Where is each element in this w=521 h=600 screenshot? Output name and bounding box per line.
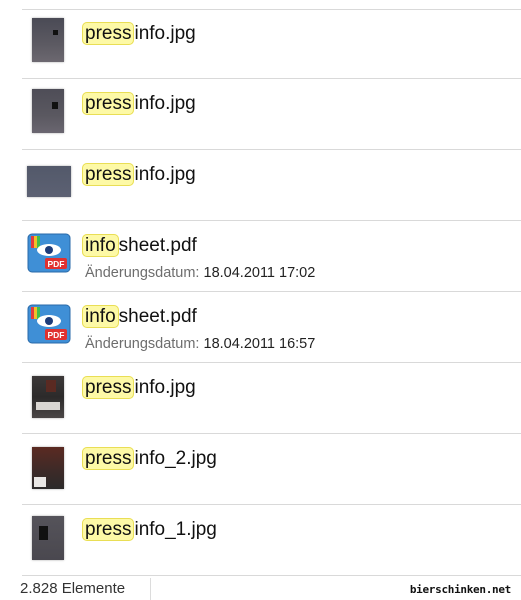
file-name: press info.jpg <box>82 376 196 399</box>
status-bar-item-count: 2.828 Elemente <box>20 580 126 597</box>
watermark: bierschinken.net <box>409 583 511 596</box>
image-thumbnail <box>27 166 71 197</box>
file-item[interactable]: press info.jpg <box>22 9 521 79</box>
svg-text:PDF: PDF <box>48 259 65 269</box>
file-name: info sheet.pdf <box>82 305 197 328</box>
modified-date: Änderungsdatum: 18.04.2011 17:02 <box>85 265 316 281</box>
image-thumbnail <box>32 18 64 62</box>
image-thumbnail <box>32 447 64 489</box>
file-item[interactable]: press info_1.jpg <box>22 506 521 576</box>
file-name: press info.jpg <box>82 22 196 45</box>
image-thumbnail <box>32 89 64 133</box>
image-thumbnail <box>32 376 64 418</box>
image-thumbnail <box>32 516 64 560</box>
pdf-file-icon: PDF <box>27 233 71 273</box>
pdf-file-icon: PDF <box>27 304 71 344</box>
file-name: press info_1.jpg <box>82 518 217 541</box>
modified-date: Änderungsdatum: 18.04.2011 16:57 <box>85 336 316 352</box>
file-item[interactable]: press info.jpg <box>22 364 521 434</box>
file-item[interactable]: PDF info sheet.pdf Änderungsdatum: 18.04.… <box>22 222 521 292</box>
file-name: press info.jpg <box>82 92 196 115</box>
file-item[interactable]: press info.jpg <box>22 151 521 221</box>
file-name: press info.jpg <box>82 163 196 186</box>
status-bar-divider <box>150 578 151 600</box>
svg-text:PDF: PDF <box>48 330 65 340</box>
file-item[interactable]: PDF info sheet.pdf Änderungsdatum: 18.04.… <box>22 293 521 363</box>
file-item[interactable]: press info.jpg <box>22 80 521 150</box>
file-name: press info_2.jpg <box>82 447 217 470</box>
file-item[interactable]: press info_2.jpg <box>22 435 521 505</box>
file-name: info sheet.pdf <box>82 234 197 257</box>
